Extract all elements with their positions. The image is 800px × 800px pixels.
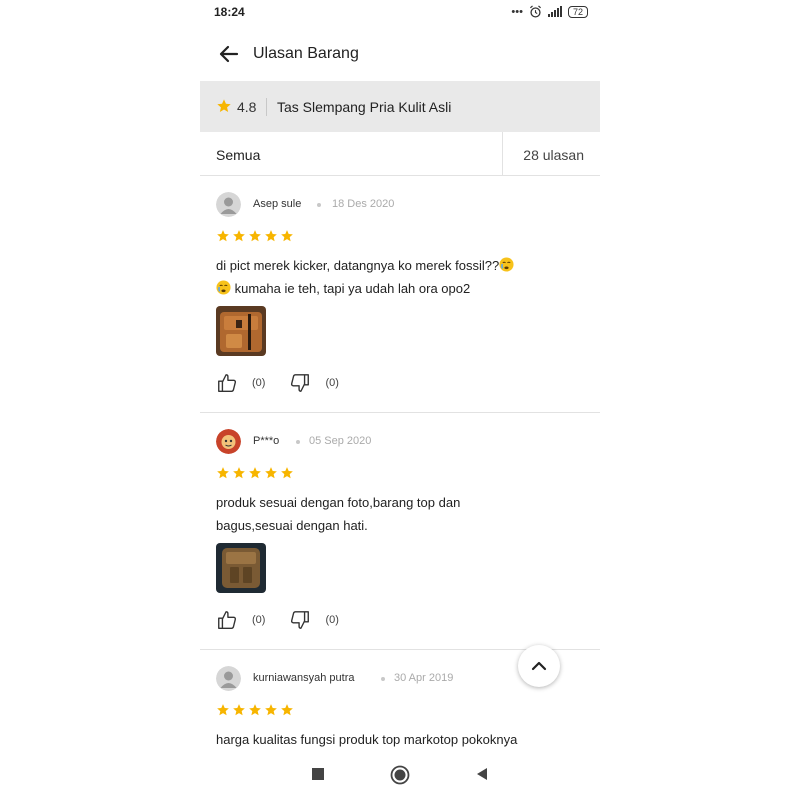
star-icon: [249, 704, 261, 716]
star-icon: [217, 99, 231, 112]
app-header: Ulasan Barang: [200, 34, 600, 74]
back-button[interactable]: [216, 42, 242, 66]
home-button[interactable]: [390, 765, 410, 790]
review-date: 30 Apr 2019: [394, 672, 454, 684]
battery-indicator: 72: [567, 5, 588, 18]
review-actions: (0) (0): [216, 609, 363, 631]
star-icon: [217, 467, 229, 479]
review-text: di pict merek kicker, datangnya ko merek…: [216, 254, 586, 300]
reviewer-name: kurniawansyah putra: [253, 672, 355, 684]
crying-emoji-icon: [216, 280, 231, 295]
phone-screen: 18:24 ••• 72 Ulasan Barang 4.8 Tas Slemp…: [200, 0, 600, 800]
thumbs-up-icon: [218, 611, 237, 629]
like-button[interactable]: (0): [216, 372, 265, 394]
star-icon: [281, 467, 293, 479]
signal-icon: [547, 6, 562, 17]
reviewer-name: P***o: [253, 435, 280, 447]
review-text-line: bagus,sesuai dengan hati.: [216, 518, 368, 533]
alarm-icon: [529, 5, 541, 18]
star-icon: [265, 230, 277, 242]
crying-emoji-icon: [499, 257, 514, 272]
system-nav-bar: [200, 755, 600, 795]
avatar: [216, 192, 241, 217]
separator-dot: [317, 203, 321, 207]
like-button[interactable]: (0): [216, 609, 265, 631]
product-summary-bar[interactable]: 4.8 Tas Slempang Pria Kulit Asli: [200, 81, 600, 132]
review-stars: [216, 703, 294, 717]
star-icon: [281, 704, 293, 716]
review-date: 18 Des 2020: [332, 198, 395, 210]
status-time: 18:24: [214, 5, 245, 19]
thumbs-down-icon: [291, 374, 310, 392]
star-icon: [233, 230, 245, 242]
separator-dot: [296, 440, 300, 444]
dislike-count: (0): [325, 377, 339, 389]
reviewer-name: Asep sule: [253, 198, 302, 210]
avatar: [216, 429, 241, 454]
dislike-count: (0): [325, 614, 339, 626]
home-circle-icon: [390, 765, 410, 785]
recent-apps-button[interactable]: [311, 767, 325, 786]
review-photo[interactable]: [216, 543, 266, 593]
review-text-line: kumaha ie teh, tapi ya udah lah ora opo2: [231, 281, 471, 296]
review-text-line: harga kualitas fungsi produk top markoto…: [216, 732, 518, 747]
separator-dot: [381, 677, 385, 681]
dislike-button[interactable]: (0): [289, 609, 339, 631]
dislike-button[interactable]: (0): [289, 372, 339, 394]
review-actions: (0) (0): [216, 372, 363, 394]
review-text: produk sesuai dengan foto,barang top dan…: [216, 491, 586, 537]
chevron-up-icon: [531, 661, 547, 671]
back-triangle-icon: [477, 768, 487, 780]
avatar: [216, 666, 241, 691]
review-stars: [216, 229, 294, 243]
rating-divider: [266, 98, 267, 116]
thumbs-up-icon: [218, 374, 237, 392]
star-icon: [265, 704, 277, 716]
star-icon: [217, 230, 229, 242]
star-icon: [217, 704, 229, 716]
star-icon: [265, 467, 277, 479]
scroll-to-top-button[interactable]: [518, 645, 560, 687]
filter-all-tab[interactable]: Semua: [216, 147, 260, 163]
star-icon: [249, 467, 261, 479]
status-icons: ••• 72: [511, 5, 588, 18]
star-icon: [249, 230, 261, 242]
review-photo[interactable]: [216, 306, 266, 356]
review-stars: [216, 466, 294, 480]
home-square-icon: [312, 768, 324, 780]
review-text: harga kualitas fungsi produk top markoto…: [216, 728, 586, 751]
like-count: (0): [252, 614, 266, 626]
product-rating: 4.8: [237, 99, 257, 115]
review-text-line: di pict merek kicker, datangnya ko merek…: [216, 258, 500, 273]
filter-divider: [502, 132, 503, 176]
system-back-button[interactable]: [475, 767, 489, 786]
review-filter-row: Semua 28 ulasan: [200, 132, 600, 176]
page-title: Ulasan Barang: [253, 45, 359, 62]
notification-dots: •••: [511, 5, 523, 18]
star-icon: [233, 704, 245, 716]
review-text-line: produk sesuai dengan foto,barang top dan: [216, 495, 461, 510]
review-count: 28 ulasan: [523, 147, 584, 163]
like-count: (0): [252, 377, 266, 389]
review-item: P***o 05 Sep 2020 produk sesuai dengan f…: [200, 413, 600, 650]
star-icon: [281, 230, 293, 242]
review-item: Asep sule 18 Des 2020 di pict merek kick…: [200, 176, 600, 413]
review-date: 05 Sep 2020: [309, 435, 372, 447]
status-bar: 18:24 ••• 72: [200, 0, 600, 26]
back-arrow-icon: [219, 45, 239, 63]
star-icon: [233, 467, 245, 479]
product-name: Tas Slempang Pria Kulit Asli: [277, 99, 452, 115]
thumbs-down-icon: [291, 611, 310, 629]
